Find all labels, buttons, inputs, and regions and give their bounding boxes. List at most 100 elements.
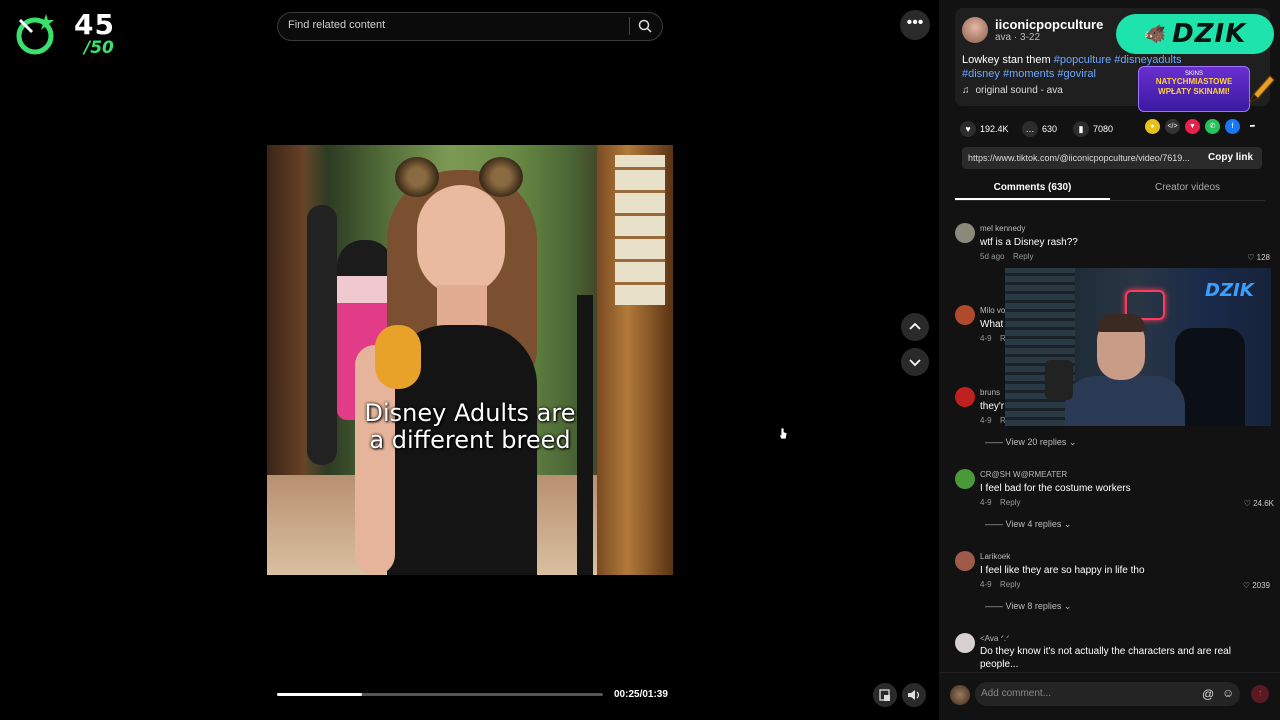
more-icon: •••: [906, 14, 924, 31]
at-icon[interactable]: @: [1202, 687, 1214, 701]
send-icon[interactable]: ↑: [1251, 685, 1269, 703]
comment-user[interactable]: Milo vo: [980, 306, 1005, 315]
whatsapp-icon[interactable]: ✆: [1205, 119, 1220, 134]
comment-like[interactable]: ♡ 2039: [1230, 581, 1270, 590]
save-count: 7080: [1093, 124, 1114, 134]
video-time: 00:25/01:39: [614, 689, 668, 700]
volume-icon[interactable]: [902, 683, 926, 707]
heart-icon: ♡: [1247, 253, 1257, 262]
search-icon[interactable]: [638, 19, 652, 33]
comment-text: I feel bad for the costume workers: [980, 483, 1131, 494]
counter-current: 45: [74, 8, 115, 41]
emoji-icon[interactable]: ☺: [1222, 686, 1234, 700]
progress-fill: [277, 693, 362, 696]
hashtag[interactable]: #moments: [1003, 68, 1054, 80]
comment-like-count: 24.6K: [1253, 499, 1274, 508]
streamer-body: [1065, 376, 1185, 426]
avatar[interactable]: [955, 633, 975, 653]
comment-like-count: 128: [1256, 253, 1270, 262]
comment-count: 630: [1042, 124, 1058, 134]
chevron-up-icon[interactable]: [901, 313, 929, 341]
search-placeholder: Find related content: [288, 19, 386, 31]
video-player[interactable]: [267, 145, 673, 575]
comment-date: 4-9: [980, 334, 992, 343]
challenge-icon: [16, 14, 54, 55]
share-red-icon[interactable]: ▼: [1185, 119, 1200, 134]
avatar[interactable]: [955, 305, 975, 325]
replies-line: ——: [985, 437, 1006, 447]
hashtag[interactable]: #disneyadults: [1114, 54, 1181, 66]
comment-icon: …: [1022, 121, 1038, 137]
promo-line-2: WPŁATY SKINAMI!: [1158, 87, 1230, 96]
embed-icon[interactable]: </>: [1165, 119, 1180, 134]
comment-date: 4-9: [980, 416, 992, 425]
bookmark-icon: ▮: [1073, 121, 1089, 137]
sound-label: original sound - ava: [975, 85, 1063, 96]
caption-line-1: Disney Adults are: [364, 399, 576, 427]
comment-date: 5d ago: [980, 252, 1005, 261]
view-replies-button[interactable]: —— View 20 replies ⌄: [985, 437, 1076, 448]
like-stat[interactable]: ♥ 192.4K: [960, 121, 1009, 137]
tab-comments[interactable]: Comments (630): [955, 182, 1110, 193]
heart-icon: ♥: [960, 121, 976, 137]
comment-text: I feel like they are so happy in life th…: [980, 565, 1145, 576]
comment-placeholder: Add comment...: [981, 688, 1052, 699]
video-scene-face: [417, 185, 505, 295]
tab-baseline: [955, 200, 1265, 201]
comment-user[interactable]: bruns: [980, 388, 1000, 397]
comment-stat[interactable]: … 630: [1022, 121, 1057, 137]
heart-icon: ♡: [1243, 499, 1254, 508]
promo-banner: SKINS NATYCHMIASTOWE WPŁATY SKINAMI!: [1138, 66, 1250, 112]
counter-total: /50: [84, 38, 114, 58]
avatar[interactable]: [955, 387, 975, 407]
desc-text: Lowkey stan them: [962, 54, 1054, 66]
like-count: 192.4K: [980, 124, 1009, 134]
hashtag[interactable]: #disney: [962, 68, 1000, 80]
avatar[interactable]: [955, 223, 975, 243]
author-name[interactable]: iiconicpopculture: [995, 17, 1103, 32]
search-divider: [629, 17, 630, 35]
reply-button[interactable]: Reply: [1000, 498, 1020, 507]
mouse-ear-right: [479, 157, 523, 197]
caption-line-2: a different breed: [369, 426, 571, 454]
comment-text: wtf is a Disney rash??: [980, 237, 1078, 248]
more-options-button[interactable]: •••: [900, 10, 930, 40]
view-replies-label: View 4 replies: [1005, 519, 1062, 529]
hashtag[interactable]: #goviral: [1057, 68, 1096, 80]
view-replies-label: View 8 replies: [1005, 601, 1062, 611]
sound-link[interactable]: ♫ original sound - ava: [962, 85, 1063, 96]
promo-line-1: NATYCHMIASTOWE: [1155, 77, 1233, 86]
comment-user[interactable]: mel kennedy: [980, 224, 1025, 233]
share-coin-icon[interactable]: ●: [1145, 119, 1160, 134]
comment-like-count: 2039: [1252, 581, 1270, 590]
author-avatar[interactable]: [962, 17, 988, 43]
plush-toy: [375, 325, 421, 389]
save-stat[interactable]: ▮ 7080: [1073, 121, 1113, 137]
comment-like[interactable]: ♡ 128: [1230, 253, 1270, 262]
author-subtitle: ava · 3-22: [995, 32, 1041, 43]
comment-user[interactable]: <Ava ᐟ.ᐟ: [980, 634, 1010, 643]
chevron-down-icon: ⌄: [1061, 519, 1072, 529]
avatar[interactable]: [955, 551, 975, 571]
brand-name: DZIK: [1172, 19, 1247, 49]
facebook-icon[interactable]: f: [1225, 119, 1240, 134]
view-replies-button[interactable]: —— View 4 replies ⌄: [985, 519, 1071, 530]
comment-user[interactable]: Larikoek: [980, 552, 1010, 561]
video-scene-window: [615, 155, 665, 305]
copy-link-button[interactable]: Copy link: [1208, 152, 1253, 163]
chevron-down-icon[interactable]: [901, 348, 929, 376]
boar-icon: 🐗: [1143, 23, 1167, 44]
comment-like[interactable]: ♡ 24.6K: [1226, 499, 1274, 508]
pip-icon[interactable]: [873, 683, 897, 707]
share-arrow-icon[interactable]: ➦: [1245, 119, 1260, 134]
hashtag[interactable]: #popculture: [1054, 54, 1112, 66]
avatar[interactable]: [955, 469, 975, 489]
tab-creator-videos[interactable]: Creator videos: [1110, 182, 1265, 193]
heart-icon: ♡: [1242, 581, 1253, 590]
comment-user[interactable]: CR@SH W@RMEATER: [980, 470, 1067, 479]
view-replies-button[interactable]: —— View 8 replies ⌄: [985, 601, 1071, 612]
reply-button[interactable]: Reply: [1000, 580, 1020, 589]
view-replies-label: View 20 replies: [1005, 437, 1067, 447]
my-avatar: [950, 685, 970, 705]
reply-button[interactable]: Reply: [1013, 252, 1033, 261]
